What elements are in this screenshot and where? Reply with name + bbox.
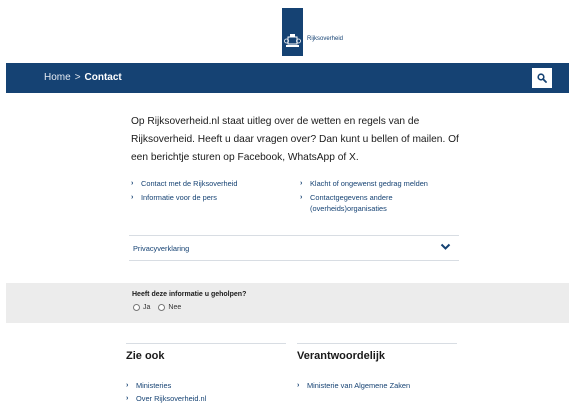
link-over-rijksoverheid[interactable]: › Over Rijksoverheid.nl [126,393,286,404]
link-label[interactable]: Over Rijksoverheid.nl [136,393,206,404]
breadcrumb-current: Contact [84,72,122,83]
feedback-yes-label[interactable]: Ja [143,304,150,311]
privacy-label[interactable]: Privacyverklaring [133,244,189,253]
chevron-right-icon: › [300,180,303,187]
chevron-down-icon[interactable] [440,243,451,251]
feedback-section: Heeft deze informatie u geholpen? Ja Nee [6,283,569,323]
link-label[interactable]: Contact met de Rijksoverheid [141,178,238,189]
navigation-bar: Home > Contact [6,63,569,93]
chevron-right-icon: › [126,395,129,402]
link-label[interactable]: Contactgegevens andere (overheids)organi… [310,192,450,214]
feedback-no-label[interactable]: Nee [168,304,181,311]
contact-links-right: › Klacht of ongewenst gedrag melden › Co… [300,178,450,217]
coat-of-arms-icon [284,34,301,47]
logo-text: Rijksoverheid [307,36,344,42]
see-also-block: Zie ook › Ministeries › Over Rijksoverhe… [126,343,286,406]
chevron-right-icon: › [131,180,134,187]
radio-circle[interactable] [158,304,166,311]
link-label[interactable]: Ministerie van Algemene Zaken [307,380,410,391]
chevron-right-icon: › [131,194,134,201]
link-informatie-pers[interactable]: › Informatie voor de pers [131,192,238,203]
link-contact-rijksoverheid[interactable]: › Contact met de Rijksoverheid [131,178,238,189]
site-logo[interactable]: Rijksoverheid [282,8,343,56]
privacy-accordion[interactable]: Privacyverklaring [129,235,459,261]
contact-links-left: › Contact met de Rijksoverheid › Informa… [131,178,238,206]
responsible-block: Verantwoordelijk › Ministerie van Algeme… [297,343,457,393]
radio-circle[interactable] [133,304,140,311]
feedback-question: Heeft deze informatie u geholpen? [132,291,247,298]
see-also-title: Zie ook [126,350,165,362]
responsible-links: › Ministerie van Algemene Zaken [297,380,457,391]
chevron-right-icon: › [297,382,300,389]
breadcrumb-separator: > [74,72,81,83]
chevron-right-icon: › [126,382,129,389]
breadcrumb: Home > Contact [44,72,122,83]
breadcrumb-home-link[interactable]: Home [44,72,71,83]
see-also-links: › Ministeries › Over Rijksoverheid.nl [126,380,286,404]
link-ministerie-algemene-zaken[interactable]: › Ministerie van Algemene Zaken [297,380,457,391]
logo-emblem [282,8,303,56]
feedback-no-radio[interactable]: Nee [158,304,181,311]
link-contactgegevens-organisaties[interactable]: › Contactgegevens andere (overheids)orga… [300,192,450,214]
link-label[interactable]: Ministeries [136,380,171,391]
link-label[interactable]: Informatie voor de pers [141,192,217,203]
link-label[interactable]: Klacht of ongewenst gedrag melden [310,178,428,189]
intro-text: Op Rijksoverheid.nl staat uitleg over de… [131,116,459,163]
feedback-yes-radio[interactable]: Ja [133,304,150,311]
responsible-title: Verantwoordelijk [297,350,386,362]
search-button[interactable] [532,68,552,88]
link-ministeries[interactable]: › Ministeries [126,380,286,391]
feedback-options: Ja Nee [133,304,189,311]
chevron-right-icon: › [300,194,303,201]
search-icon [537,73,547,83]
link-klacht-melden[interactable]: › Klacht of ongewenst gedrag melden [300,178,450,189]
